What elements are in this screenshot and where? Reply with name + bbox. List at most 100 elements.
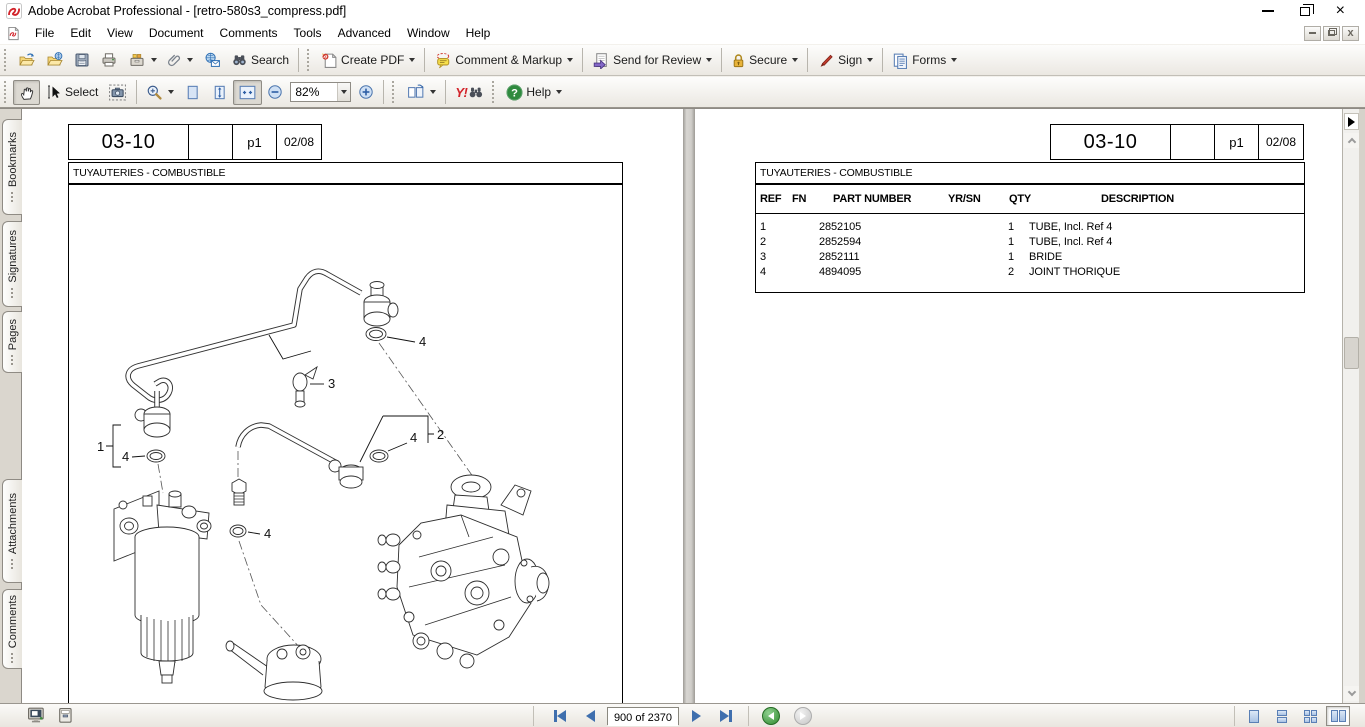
monitor-icon: [27, 707, 45, 724]
save-button[interactable]: [69, 48, 95, 72]
tab-bookmarks[interactable]: Bookmarks: [2, 119, 22, 215]
first-page-button[interactable]: [549, 707, 571, 725]
zoom-level-caret[interactable]: [337, 83, 350, 101]
menu-comments[interactable]: Comments: [212, 24, 286, 42]
page-indicator-input[interactable]: [608, 710, 678, 726]
fit-width-button[interactable]: [233, 80, 262, 105]
next-view-button[interactable]: [794, 707, 812, 725]
zoom-in-button[interactable]: [353, 80, 379, 104]
menu-view[interactable]: View: [99, 24, 141, 42]
toolbar-grip[interactable]: [4, 49, 8, 71]
tab-signatures[interactable]: Signatures: [2, 221, 22, 307]
send-review-icon: [592, 52, 610, 69]
col-fn: FN: [792, 193, 806, 205]
continuous-facing-button[interactable]: [1298, 706, 1322, 726]
scroll-down-button[interactable]: [1344, 686, 1359, 701]
print-button[interactable]: [95, 48, 123, 72]
zoom-tool-button[interactable]: [141, 80, 179, 105]
single-page-button[interactable]: [1242, 706, 1266, 726]
toolbar-grip[interactable]: [392, 81, 396, 103]
fit-page-button[interactable]: [206, 80, 233, 105]
organizer-button[interactable]: [123, 48, 162, 72]
comment-markup-label: Comment & Markup: [455, 53, 562, 67]
menu-document[interactable]: Document: [141, 24, 212, 42]
help-label: Help: [526, 85, 551, 99]
forms-caret: [951, 58, 957, 62]
select-tool-button[interactable]: Select: [40, 80, 103, 104]
page-code: p1: [232, 124, 277, 160]
help-button[interactable]: ?Help: [501, 80, 567, 105]
menu-file[interactable]: File: [27, 24, 62, 42]
snapshot-button[interactable]: [103, 80, 132, 105]
continuous-button[interactable]: [1270, 706, 1294, 726]
menu-window[interactable]: Window: [399, 24, 458, 42]
email-button[interactable]: [198, 48, 226, 72]
doc-close-button[interactable]: x: [1342, 26, 1359, 41]
revision-date: 02/08: [1258, 124, 1304, 160]
secure-button[interactable]: Secure: [726, 48, 803, 73]
zoom-tool-caret: [168, 90, 174, 94]
next-page-button[interactable]: [685, 707, 707, 725]
acrobat-logo-icon: [6, 3, 22, 19]
magnifier-icon: [146, 84, 163, 101]
menu-advanced[interactable]: Advanced: [330, 24, 399, 42]
printer-icon: [100, 52, 118, 68]
scroll-up-button[interactable]: [1344, 133, 1359, 148]
tab-attachments[interactable]: Attachments: [2, 479, 22, 583]
tab-comments[interactable]: Comments: [2, 589, 22, 669]
toolbar-grip[interactable]: [307, 49, 311, 71]
restore-button[interactable]: [1300, 7, 1310, 16]
col-yrsn: YR/SN: [948, 193, 981, 205]
view-toolbar: Select Y! ?Help: [0, 76, 1365, 108]
comment-markup-caret: [567, 58, 573, 62]
first-page-icon: [557, 710, 566, 722]
minimize-button[interactable]: [1262, 10, 1274, 12]
menu-tools[interactable]: Tools: [286, 24, 330, 42]
doc-restore-button[interactable]: [1323, 26, 1340, 41]
binoculars-icon: [231, 52, 248, 68]
fullscreen-button[interactable]: [27, 707, 45, 727]
page-size-icon: [57, 707, 74, 724]
diagram-frame: 4 4 1: [68, 184, 623, 703]
last-page-button[interactable]: [715, 707, 737, 725]
open-web-button[interactable]: [41, 48, 69, 72]
attach-button[interactable]: [162, 48, 198, 72]
close-button[interactable]: ×: [1336, 4, 1345, 18]
forms-icon: [892, 52, 909, 69]
previous-page-icon: [586, 710, 595, 722]
menu-help[interactable]: Help: [458, 24, 499, 42]
sign-button[interactable]: Sign: [812, 48, 878, 72]
doc-minimize-button[interactable]: [1304, 26, 1321, 41]
menu-edit[interactable]: Edit: [62, 24, 99, 42]
document-area[interactable]: 03-10 p1 02/08 TUYAUTERIES - COMBUSTIBLE: [22, 109, 1342, 703]
sign-caret: [867, 58, 873, 62]
open-folder-icon: [18, 52, 36, 68]
open-button[interactable]: [13, 48, 41, 72]
page-size-button[interactable]: [57, 707, 74, 727]
create-pdf-button[interactable]: Create PDF: [316, 48, 420, 73]
previous-view-button[interactable]: [762, 707, 780, 725]
vertical-scrollbar[interactable]: [1342, 109, 1359, 703]
scrollbar-thumb[interactable]: [1344, 337, 1359, 369]
callout-4: 4: [264, 526, 271, 541]
page-display-button[interactable]: [401, 80, 441, 105]
forms-button[interactable]: Forms: [887, 48, 962, 73]
search-button[interactable]: Search: [226, 48, 294, 72]
zoom-out-button[interactable]: [262, 80, 288, 104]
col-part: PART NUMBER: [833, 193, 911, 205]
actual-size-button[interactable]: [179, 80, 206, 105]
callout-4: 4: [122, 449, 129, 464]
tab-pages[interactable]: Pages: [2, 311, 22, 373]
zoom-level-input[interactable]: [291, 85, 337, 99]
previous-page-button[interactable]: [579, 707, 601, 725]
yahoo-search-button[interactable]: Y!: [450, 83, 488, 102]
toolbar-grip[interactable]: [492, 81, 496, 103]
comment-markup-button[interactable]: Comment & Markup: [429, 48, 578, 73]
toolbar-grip[interactable]: [4, 81, 8, 103]
callout-4: 4: [419, 334, 426, 349]
hand-tool-button[interactable]: [13, 80, 40, 105]
facing-pages-button[interactable]: [1326, 706, 1350, 726]
page-indicator-box: [607, 707, 679, 725]
send-review-button[interactable]: Send for Review: [587, 48, 717, 73]
pane-toggle-button[interactable]: [1344, 113, 1359, 130]
